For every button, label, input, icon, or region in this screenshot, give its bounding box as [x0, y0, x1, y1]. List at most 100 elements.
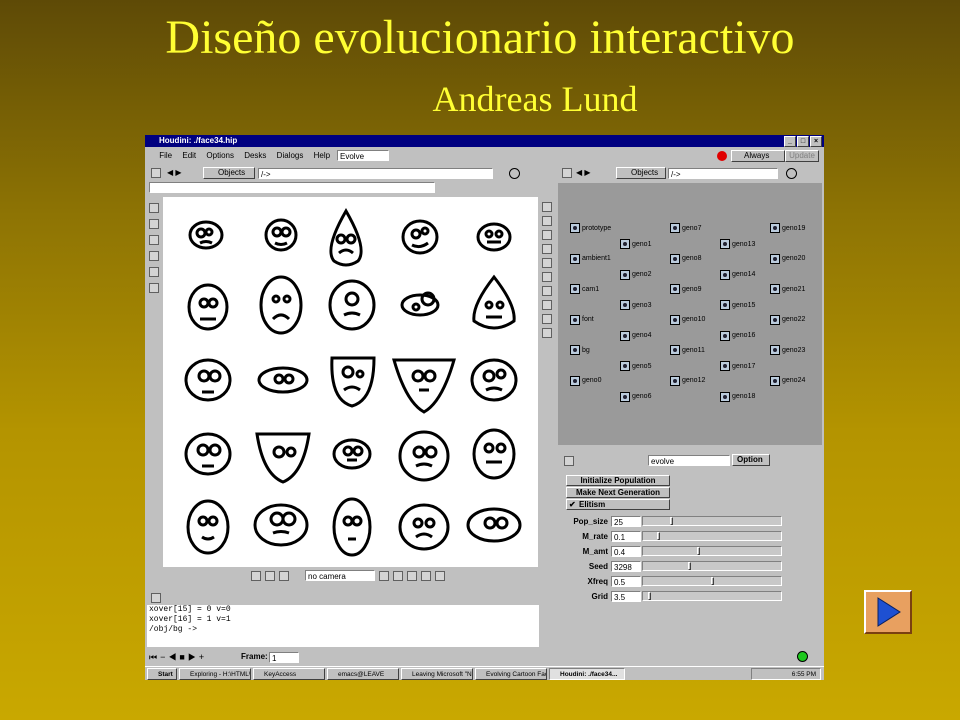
parm-slider[interactable] — [642, 516, 782, 526]
transform-tool-icon[interactable] — [149, 219, 159, 229]
start-button[interactable]: Start — [147, 668, 177, 680]
slider-knob[interactable] — [711, 577, 714, 585]
network-node[interactable]: geno11 — [670, 345, 705, 355]
network-node[interactable]: geno5 — [620, 361, 651, 371]
playback-controls-icon[interactable]: ⏮−◀■▶+ — [149, 650, 207, 664]
network-node[interactable]: geno3 — [620, 300, 651, 310]
network-path-label[interactable]: Objects — [616, 167, 666, 179]
parm-value-field[interactable]: 3298 — [611, 561, 641, 572]
grid-tool-icon[interactable] — [149, 267, 159, 277]
slider-knob[interactable] — [670, 517, 673, 525]
menu-file[interactable]: File — [155, 148, 176, 164]
grid-display-icon[interactable] — [542, 286, 552, 296]
next-slide-button[interactable] — [864, 590, 912, 634]
network-node[interactable]: geno16 — [720, 330, 755, 341]
parm-value-field[interactable]: 0.1 — [611, 531, 641, 542]
view-icon-4[interactable] — [421, 571, 431, 581]
camera-icon[interactable] — [542, 300, 552, 310]
viewer-sub-field[interactable] — [149, 182, 435, 193]
viewer-path-field[interactable]: /-> — [258, 168, 493, 179]
console-output[interactable]: xover[15] = 0 v=0 xover[16] = 1 v=1 /obj… — [147, 605, 539, 647]
parm-value-field[interactable]: 25 — [611, 516, 641, 527]
desk-select[interactable]: Evolve — [337, 150, 389, 161]
view-icon-1[interactable] — [379, 571, 389, 581]
parm-menu-icon[interactable] — [564, 456, 574, 466]
network-menu-icon[interactable] — [562, 168, 572, 178]
view-icon-5[interactable] — [435, 571, 445, 581]
parm-slider[interactable] — [642, 561, 782, 571]
view-icon-3[interactable] — [407, 571, 417, 581]
lights-icon[interactable] — [542, 244, 552, 254]
shaded-icon[interactable] — [542, 230, 552, 240]
network-node[interactable]: geno21 — [770, 284, 805, 294]
minimize-button[interactable]: _ — [784, 136, 796, 147]
network-node[interactable]: geno4 — [620, 330, 651, 341]
option-button[interactable]: Option — [732, 454, 770, 466]
points-icon[interactable] — [542, 272, 552, 282]
console-menu-icon[interactable] — [151, 593, 161, 603]
back-arrow-icon[interactable]: ◀ ▶ — [167, 166, 182, 180]
taskbar-item[interactable]: Exploring - H:\HTML\... — [179, 668, 251, 680]
make-next-generation-button[interactable]: Make Next Generation — [566, 487, 670, 498]
network-node[interactable]: geno14 — [720, 269, 755, 280]
rotate-tool-icon[interactable] — [149, 235, 159, 245]
camera-lock-icon[interactable] — [265, 571, 275, 581]
parm-slider[interactable] — [642, 576, 782, 586]
network-node[interactable]: geno13 — [720, 239, 755, 249]
taskbar-item[interactable]: emacs@LEAVE — [327, 668, 399, 680]
menu-edit[interactable]: Edit — [178, 148, 200, 164]
network-node[interactable]: geno10 — [670, 314, 705, 325]
network-node[interactable]: prototype — [570, 223, 611, 233]
taskbar-item-active[interactable]: Houdini: ./face34... — [549, 668, 625, 680]
update-button[interactable]: Update — [785, 150, 819, 162]
slider-knob[interactable] — [688, 562, 691, 570]
slider-knob[interactable] — [657, 532, 660, 540]
menu-help[interactable]: Help — [310, 148, 334, 164]
wireframe-icon[interactable] — [542, 216, 552, 226]
taskbar-item[interactable]: Leaving Microsoft "N... — [401, 668, 473, 680]
close-button[interactable]: × — [810, 136, 822, 147]
network-node[interactable]: geno19 — [770, 223, 805, 233]
network-node[interactable]: geno23 — [770, 345, 805, 355]
parm-value-field[interactable]: 0.4 — [611, 546, 641, 557]
network-node[interactable]: geno17 — [720, 361, 755, 371]
network-node[interactable]: font — [570, 314, 594, 325]
slider-knob[interactable] — [648, 592, 651, 600]
parm-slider[interactable] — [642, 591, 782, 601]
network-pane[interactable]: prototype ambient1 cam1 font bg geno0 geno1 gen… — [558, 183, 822, 445]
parm-slider[interactable] — [642, 531, 782, 541]
network-node[interactable]: bg — [570, 345, 590, 355]
parm-slider[interactable] — [642, 546, 782, 556]
network-nav-arrows-icon[interactable]: ◀ ▶ — [576, 166, 591, 180]
scale-tool-icon[interactable] — [149, 251, 159, 261]
network-node[interactable]: geno7 — [670, 223, 701, 233]
zoom-icon[interactable] — [542, 314, 552, 324]
network-node[interactable]: geno0 — [570, 375, 601, 386]
network-path-field[interactable]: /-> — [668, 168, 778, 179]
network-node[interactable]: geno24 — [770, 375, 805, 386]
view-icon-2[interactable] — [393, 571, 403, 581]
snapshot-icon[interactable] — [251, 571, 261, 581]
elitism-toggle[interactable]: ✔ Elitism — [566, 499, 670, 510]
menu-dialogs[interactable]: Dialogs — [273, 148, 308, 164]
home-icon[interactable] — [542, 328, 552, 338]
display-option-icon[interactable] — [542, 202, 552, 212]
normals-icon[interactable] — [542, 258, 552, 268]
menu-options[interactable]: Options — [202, 148, 238, 164]
share-icon[interactable] — [279, 571, 289, 581]
maximize-button[interactable]: □ — [797, 136, 809, 147]
network-node[interactable]: geno6 — [620, 391, 651, 402]
select-tool-icon[interactable] — [149, 203, 159, 213]
initialize-population-button[interactable]: Initialize Population — [566, 475, 670, 486]
frame-field[interactable]: 1 — [269, 652, 299, 663]
network-node[interactable]: geno22 — [770, 314, 805, 325]
taskbar-item[interactable]: KeyAccess — [253, 668, 325, 680]
viewer-menu-icon[interactable] — [151, 168, 161, 178]
network-node[interactable]: geno8 — [670, 253, 701, 264]
viewer-path-label[interactable]: Objects — [203, 167, 255, 179]
camera-select[interactable]: no camera — [305, 570, 375, 581]
network-node[interactable]: geno1 — [620, 239, 651, 249]
network-node[interactable]: geno9 — [670, 284, 701, 294]
network-node[interactable]: geno20 — [770, 253, 805, 264]
network-node[interactable]: geno2 — [620, 269, 651, 280]
